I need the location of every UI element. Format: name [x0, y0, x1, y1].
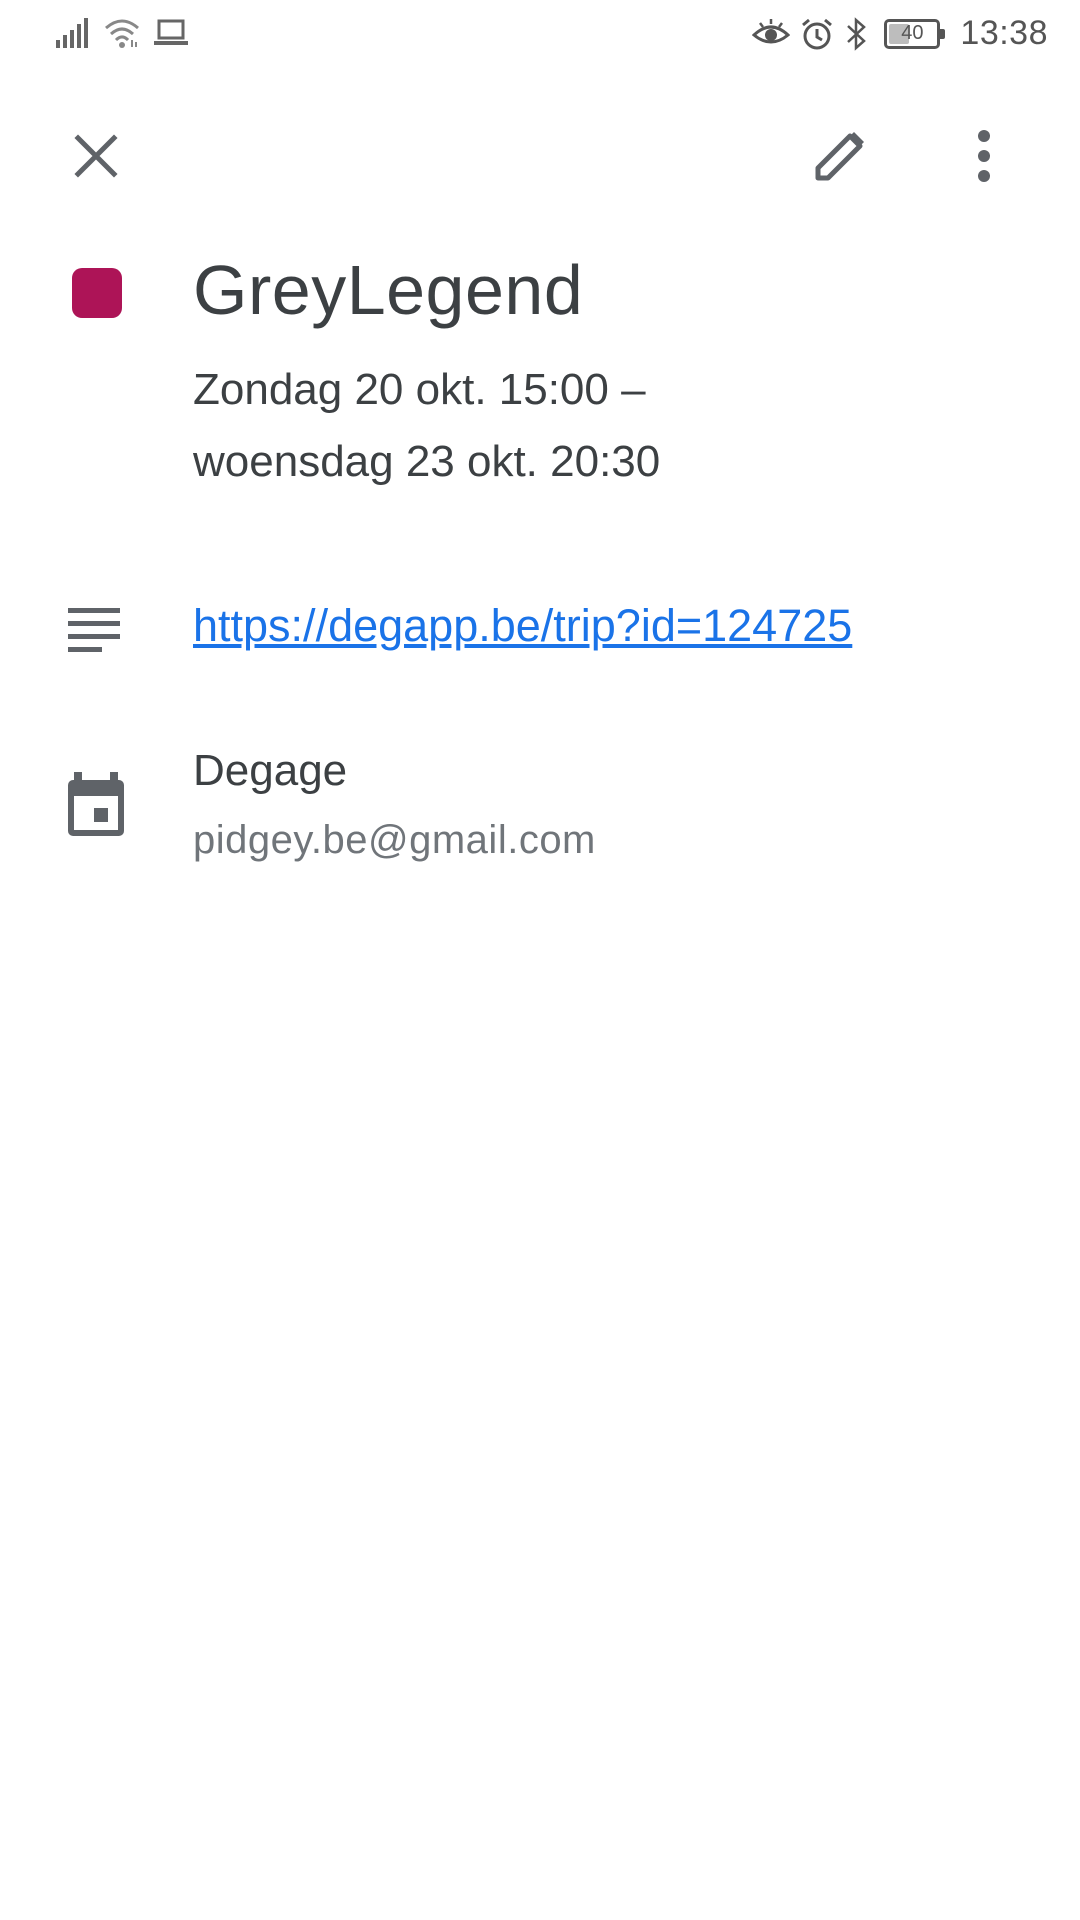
status-bar-left — [56, 18, 188, 48]
event-date-range: Zondag 20 okt. 15:00 – woensdag 23 okt. … — [193, 354, 1013, 498]
alarm-icon — [800, 17, 834, 51]
more-options-button[interactable] — [936, 108, 1032, 204]
event-date-start: Zondag 20 okt. 15:00 – — [193, 365, 646, 414]
battery-icon: 40 — [884, 18, 946, 49]
eye-comfort-icon — [752, 18, 791, 49]
close-button[interactable] — [48, 108, 144, 204]
calendar-icon — [68, 772, 124, 836]
description-icon — [68, 608, 120, 652]
signal-icon — [56, 18, 90, 48]
calendar-account: pidgey.be@gmail.com — [193, 818, 596, 862]
status-bar-right: 40 13:38 — [752, 14, 1048, 53]
event-title: GreyLegend — [193, 251, 584, 329]
description-link[interactable]: https://degapp.be/trip?id=124725 — [193, 600, 852, 652]
edit-button[interactable] — [792, 108, 888, 204]
event-color-chip — [72, 268, 122, 318]
event-detail-screen: 40 13:38 GreyLegend Zondag 20 okt. 15:00… — [0, 0, 1080, 1920]
bluetooth-icon — [844, 16, 868, 51]
status-clock: 13:38 — [960, 14, 1048, 52]
pencil-icon — [815, 132, 864, 181]
more-vert-icon — [978, 130, 990, 182]
wifi-icon — [104, 18, 140, 48]
close-icon — [74, 134, 118, 178]
laptop-icon — [154, 19, 188, 47]
status-bar: 40 13:38 — [0, 0, 1080, 76]
event-date-end: woensdag 23 okt. 20:30 — [193, 437, 661, 486]
calendar-name: Degage — [193, 746, 348, 795]
battery-level: 40 — [901, 22, 924, 44]
